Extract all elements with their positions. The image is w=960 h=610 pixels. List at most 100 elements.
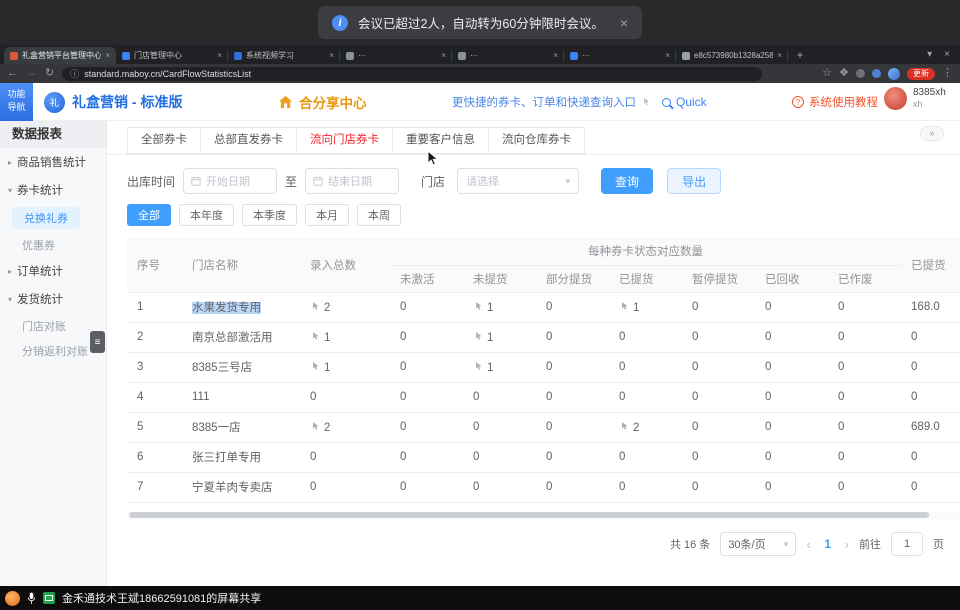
cell-count[interactable]: 1 <box>609 292 682 322</box>
quick-search-entry[interactable]: 更快捷的券卡、订单和快递查询入口 Quick <box>452 83 707 121</box>
address-bar[interactable]: ⓘ standard.maboy.cn/CardFlowStatisticsLi… <box>62 67 762 81</box>
sidebar-item-shipping-stats[interactable]: ▾ 发货统计 <box>0 285 106 313</box>
sidebar-item-card-stats[interactable]: ▾ 券卡统计 <box>0 176 106 204</box>
chevron-right-icon: ▸ <box>8 267 12 276</box>
cell-count[interactable]: 2 <box>609 412 682 442</box>
cell-count: 0 <box>390 412 463 442</box>
cell-index: 5 <box>127 412 182 442</box>
browser-tab-strip: 礼盒营销平台管理中心 × 门店管理中心 × 系统视频学习 × ··· × ···… <box>0 45 960 64</box>
tutorial-label: 系统使用教程 <box>809 94 878 110</box>
share-center-link[interactable]: 合分享中心 <box>278 83 367 121</box>
cell-store-name: 张三打单专用 <box>182 442 300 472</box>
tab-close-icon[interactable]: × <box>217 51 222 60</box>
new-tab-button[interactable]: + <box>792 47 808 63</box>
tab-store-flow-cards[interactable]: 流向门店券卡 <box>296 127 393 154</box>
quick-filter-quarter[interactable]: 本季度 <box>242 204 297 226</box>
column-header-status: 部分提货 <box>536 265 609 292</box>
cell-count: 0 <box>755 292 828 322</box>
tab-close-icon[interactable]: × <box>441 51 446 60</box>
page-number[interactable]: 1 <box>821 537 835 551</box>
tab-search-caret-icon[interactable]: ▾ <box>927 49 932 60</box>
extensions-icon[interactable]: ❖ <box>839 68 849 79</box>
microphone-icon[interactable] <box>27 592 36 605</box>
cell-amount: 0 <box>901 472 960 502</box>
quick-filter-week[interactable]: 本周 <box>357 204 401 226</box>
chevron-down-icon: ▾ <box>566 176 571 187</box>
prev-page-button[interactable]: ‹ <box>806 537 810 552</box>
cell-count: 0 <box>682 472 755 502</box>
extension-icon[interactable] <box>872 69 881 78</box>
browser-tab[interactable]: 系统视频学习 × <box>228 47 340 64</box>
tab-close-icon[interactable]: × <box>777 51 782 60</box>
notification-close-icon[interactable]: × <box>620 15 628 31</box>
sidebar-collapse-handle[interactable]: ≡ <box>90 331 105 353</box>
function-nav-button[interactable]: 功能 导航 <box>0 83 33 121</box>
cell-count[interactable]: 1 <box>463 322 536 352</box>
browser-tab[interactable]: ··· × <box>340 47 452 64</box>
bookmark-star-icon[interactable]: ☆ <box>822 68 832 79</box>
user-box[interactable]: 8385xh xh <box>884 87 946 110</box>
quick-filter-bar: 全部 本年度 本季度 本月 本周 <box>127 204 960 226</box>
browser-tab[interactable]: 礼盒营销平台管理中心 × <box>4 47 116 64</box>
column-header-status: 已提货 <box>609 265 682 292</box>
brand-title: 礼盒营销 - 标准版 <box>72 92 182 112</box>
tutorial-link[interactable]: ? 系统使用教程 <box>792 83 878 121</box>
scrollbar-thumb[interactable] <box>129 512 929 518</box>
cell-count[interactable]: 1 <box>463 352 536 382</box>
sidebar-item-product-sales[interactable]: ▸ 商品销售统计 <box>0 148 106 176</box>
profile-avatar[interactable] <box>888 68 900 80</box>
start-date-input[interactable]: 开始日期 <box>183 168 277 194</box>
cell-count[interactable]: 1 <box>300 352 390 382</box>
browser-tab[interactable]: ··· × <box>452 47 564 64</box>
quick-filter-year[interactable]: 本年度 <box>179 204 234 226</box>
horizontal-scrollbar[interactable] <box>127 511 960 519</box>
tab-close-icon[interactable]: × <box>553 51 558 60</box>
house-icon <box>278 95 293 109</box>
site-info-icon[interactable]: ⓘ <box>70 67 79 80</box>
goto-page-input[interactable] <box>891 532 923 556</box>
cell-count[interactable]: 1 <box>300 322 390 352</box>
tab-favicon <box>10 52 18 60</box>
tab-close-icon[interactable]: × <box>105 51 110 60</box>
tab-close-icon[interactable]: × <box>665 51 670 60</box>
browser-tab[interactable]: ··· × <box>564 47 676 64</box>
reload-icon[interactable]: ↻ <box>45 68 54 79</box>
table-row: 38385三号店101000000 <box>127 352 960 382</box>
sidebar-item-label: 订单统计 <box>17 263 63 279</box>
back-icon[interactable]: ← <box>7 68 18 79</box>
tab-all-cards[interactable]: 全部券卡 <box>127 127 201 154</box>
search-button[interactable]: 查询 <box>601 168 653 194</box>
browser-update-button[interactable]: 更新 <box>907 68 935 80</box>
quick-filter-all[interactable]: 全部 <box>127 204 171 226</box>
tab-hq-direct-cards[interactable]: 总部直发券卡 <box>200 127 297 154</box>
tab-key-customer-info[interactable]: 重要客户信息 <box>392 127 489 154</box>
extension-icon[interactable] <box>856 69 865 78</box>
browser-menu-icon[interactable]: ⋮ <box>942 68 953 79</box>
cell-count: 0 <box>390 382 463 412</box>
forward-icon[interactable]: → <box>26 68 37 79</box>
cell-count: 0 <box>463 442 536 472</box>
cell-count: 0 <box>828 382 901 412</box>
sidebar-item-discount-coupon[interactable]: 优惠券 <box>0 232 106 257</box>
next-page-button[interactable]: › <box>845 537 849 552</box>
cell-count: 0 <box>300 382 390 412</box>
cell-count[interactable]: 1 <box>463 292 536 322</box>
export-button[interactable]: 导出 <box>667 168 721 194</box>
cell-count[interactable]: 2 <box>300 292 390 322</box>
window-close-icon[interactable]: × <box>944 49 950 60</box>
panel-collapse-button[interactable]: » <box>920 126 944 141</box>
cell-count[interactable]: 2 <box>300 412 390 442</box>
tab-title: 门店管理中心 <box>134 50 213 61</box>
browser-tab[interactable]: e8c573980b1328a258fd2e6l × <box>676 47 788 64</box>
page-size-select[interactable]: 30条/页 ▾ <box>720 532 796 556</box>
quick-filter-month[interactable]: 本月 <box>305 204 349 226</box>
sidebar-item-exchange-coupon[interactable]: 兑换礼券 <box>12 207 80 229</box>
store-select[interactable]: 请选择 ▾ <box>457 168 579 194</box>
chevron-right-icon: ▸ <box>8 158 12 167</box>
page-size-value: 30条/页 <box>728 536 765 552</box>
sidebar-item-order-stats[interactable]: ▸ 订单统计 <box>0 257 106 285</box>
tab-warehouse-flow-cards[interactable]: 流向仓库券卡 <box>488 127 585 154</box>
browser-tab[interactable]: 门店管理中心 × <box>116 47 228 64</box>
tab-close-icon[interactable]: × <box>329 51 334 60</box>
end-date-input[interactable]: 结束日期 <box>305 168 399 194</box>
